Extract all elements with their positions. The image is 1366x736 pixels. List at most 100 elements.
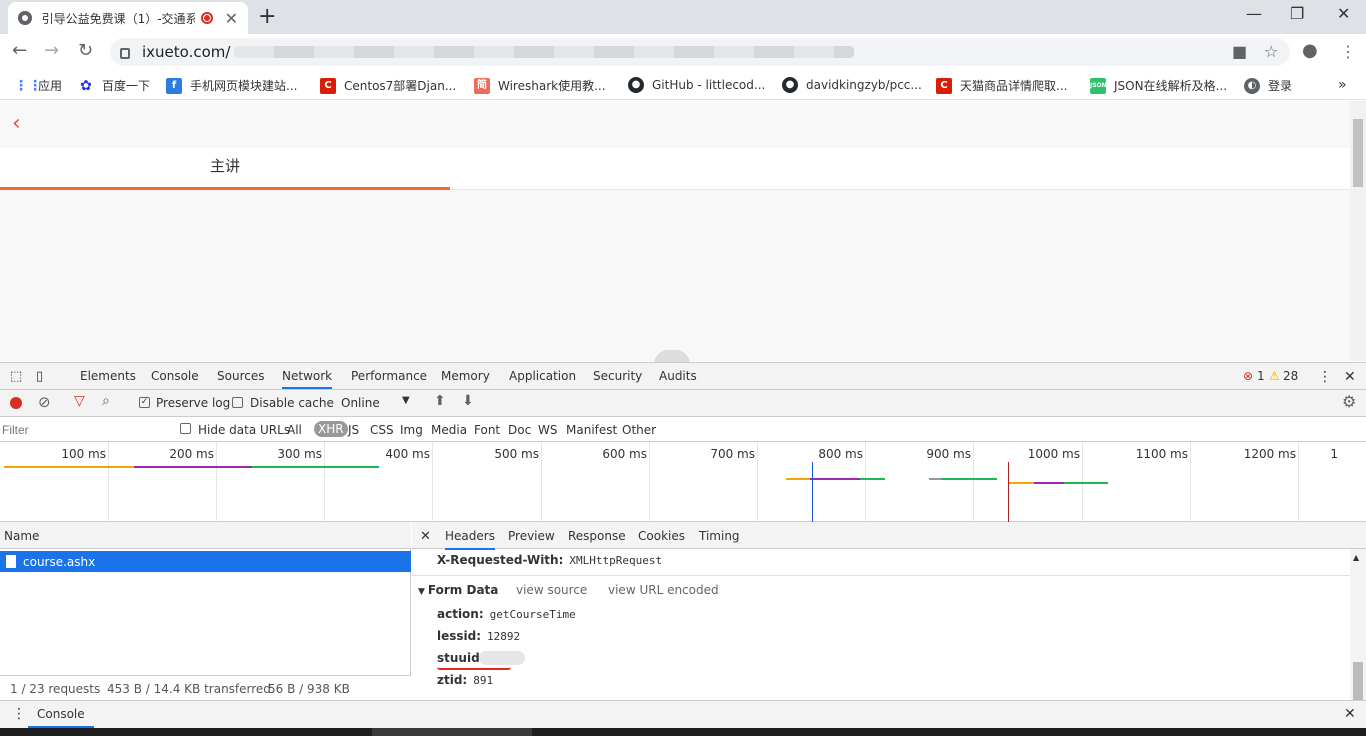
scroll-up-arrow-icon[interactable]: ▲ <box>1353 553 1359 562</box>
bookmark-wireshark[interactable]: 简 Wireshark使用教... <box>474 77 606 94</box>
network-settings-gear-icon[interactable]: ⚙ <box>1342 392 1356 411</box>
bookmark-mobile-builder[interactable]: f 手机网页模块建站... <box>166 77 297 94</box>
devtools-tab-performance[interactable]: Performance <box>351 369 427 383</box>
form-data-section-header[interactable]: ▼ Form Data <box>418 583 498 597</box>
camera-icon[interactable]: ■ <box>1232 42 1247 61</box>
tab-lecturer[interactable]: 主讲 <box>0 148 450 190</box>
grid-line <box>865 442 866 522</box>
drawer-menu-icon[interactable]: ⋮ <box>12 706 26 722</box>
device-toolbar-icon[interactable]: ▯ <box>36 369 43 384</box>
new-tab-plus-icon[interactable]: + <box>258 4 276 29</box>
filter-type-font[interactable]: Font <box>474 423 500 437</box>
devtools-tab-application[interactable]: Application <box>509 369 576 383</box>
back-chevron-icon[interactable]: ‹ <box>12 111 21 136</box>
filter-funnel-icon[interactable]: ▽ <box>74 393 85 409</box>
browser-menu-icon[interactable]: ⋮ <box>1340 42 1356 61</box>
bookmark-tmall[interactable]: C 天猫商品详情爬取... <box>936 77 1067 94</box>
bookmark-json[interactable]: JSON JSON在线解析及格... <box>1090 77 1227 94</box>
devtools-tab-console[interactable]: Console <box>151 369 199 383</box>
drawer-tab-console[interactable]: Console <box>28 707 94 728</box>
close-window-icon[interactable]: ✕ <box>1337 4 1350 23</box>
form-value: 12892 <box>487 630 521 643</box>
view-url-encoded-link[interactable]: view URL encoded <box>608 583 719 597</box>
bookmark-label: Centos7部署Djan... <box>344 79 457 93</box>
recording-indicator-icon <box>200 12 213 24</box>
filter-type-all[interactable]: All <box>287 423 302 437</box>
detail-tab-timing[interactable]: Timing <box>699 529 740 543</box>
bookmark-star-icon[interactable]: ☆ <box>1264 42 1278 61</box>
close-tab-icon[interactable]: ✕ <box>225 9 238 28</box>
throttle-select[interactable]: Online <box>341 396 380 410</box>
timeline-bar <box>929 478 941 480</box>
error-count-icon[interactable]: ⊗ <box>1243 369 1253 383</box>
devtools-tab-sources[interactable]: Sources <box>217 369 264 383</box>
devtools-tab-security[interactable]: Security <box>593 369 642 383</box>
close-devtools-icon[interactable]: ✕ <box>1344 369 1356 385</box>
close-drawer-icon[interactable]: ✕ <box>1344 706 1356 722</box>
inspect-element-icon[interactable]: ⬚ <box>10 369 22 384</box>
filter-type-ws[interactable]: WS <box>538 423 557 437</box>
network-overview-timeline[interactable]: 100 ms 200 ms 300 ms 400 ms 500 ms 600 m… <box>0 442 1366 522</box>
bookmark-github-littlecod[interactable]: ● GitHub - littlecod... <box>628 77 765 93</box>
import-har-icon[interactable]: ⬆ <box>434 393 446 409</box>
disable-cache-checkbox[interactable] <box>232 397 243 408</box>
back-arrow-icon[interactable]: ← <box>12 40 27 61</box>
timeline-bar <box>134 466 252 468</box>
bookmark-baidu[interactable]: ✿ 百度一下 <box>78 77 150 94</box>
page-scrollbar[interactable] <box>1350 101 1366 361</box>
devtools-menu-icon[interactable]: ⋮ <box>1318 369 1332 385</box>
name-column-header[interactable]: Name <box>0 522 411 549</box>
detail-scrollbar[interactable]: ▲ <box>1350 549 1366 700</box>
scrollbar-thumb[interactable] <box>1353 119 1363 187</box>
bookmark-login[interactable]: ◐ 登录 <box>1244 77 1292 94</box>
warning-count[interactable]: 28 <box>1283 369 1298 383</box>
profile-avatar-icon[interactable]: ● <box>1302 40 1318 61</box>
grid-line <box>216 442 217 522</box>
filter-type-other[interactable]: Other <box>622 423 656 437</box>
filter-type-js[interactable]: JS <box>348 423 359 437</box>
view-source-link[interactable]: view source <box>516 583 587 597</box>
detail-tab-cookies[interactable]: Cookies <box>638 529 685 543</box>
browser-tab[interactable]: 引导公益免费课（1）-交通系 ✕ <box>8 2 248 34</box>
close-detail-icon[interactable]: ✕ <box>420 529 431 544</box>
devtools-tab-audits[interactable]: Audits <box>659 369 697 383</box>
filter-type-media[interactable]: Media <box>431 423 467 437</box>
bookmark-github-davidkingzyb[interactable]: ● davidkingzyb/pcc... <box>782 77 922 93</box>
forward-arrow-icon[interactable]: → <box>44 40 59 61</box>
reload-icon[interactable]: ↻ <box>78 40 93 61</box>
scrollbar-thumb[interactable] <box>1353 662 1363 700</box>
timeline-tick: 1 <box>1330 447 1338 461</box>
detail-tab-preview[interactable]: Preview <box>508 529 555 543</box>
filter-type-xhr[interactable]: XHR <box>314 421 348 437</box>
error-count[interactable]: 1 <box>1257 369 1265 383</box>
restore-window-icon[interactable]: ❐ <box>1290 4 1304 23</box>
filter-type-manifest[interactable]: Manifest <box>566 423 617 437</box>
bookmark-apps[interactable]: ⋮⋮ 应用 <box>14 77 62 94</box>
chevron-down-icon[interactable]: ▼ <box>402 395 410 406</box>
export-har-icon[interactable]: ⬇ <box>462 393 474 409</box>
devtools-tab-elements[interactable]: Elements <box>80 369 136 383</box>
bookmark-centos[interactable]: C Centos7部署Djan... <box>320 77 456 94</box>
warning-count-icon[interactable]: ⚠ <box>1269 369 1280 383</box>
filter-input[interactable] <box>2 420 167 439</box>
detail-tab-bar: ✕ Headers Preview Response Cookies Timin… <box>412 522 1366 550</box>
timeline-tick: 900 ms <box>926 447 971 461</box>
detail-tab-response[interactable]: Response <box>568 529 626 543</box>
taskbar-active-app[interactable] <box>372 728 532 736</box>
filter-type-css[interactable]: CSS <box>370 423 394 437</box>
request-row[interactable]: course.ashx <box>0 551 411 572</box>
detail-tab-headers[interactable]: Headers <box>445 529 495 550</box>
bookmark-label: davidkingzyb/pcc... <box>806 78 922 92</box>
devtools-tab-memory[interactable]: Memory <box>441 369 490 383</box>
filter-type-doc[interactable]: Doc <box>508 423 531 437</box>
clear-icon[interactable]: ⊘ <box>38 393 51 411</box>
minimize-window-icon[interactable]: — <box>1246 4 1262 23</box>
devtools-tab-network[interactable]: Network <box>282 369 333 389</box>
filter-type-img[interactable]: Img <box>400 423 423 437</box>
address-bar[interactable]: ixueto.com/ <box>110 38 1290 66</box>
record-icon[interactable] <box>10 397 22 409</box>
search-icon[interactable]: ⌕ <box>102 393 110 409</box>
hide-data-urls-checkbox[interactable] <box>180 423 191 434</box>
preserve-log-checkbox[interactable]: ✓ <box>139 397 150 408</box>
more-bookmarks-chevron-icon[interactable]: » <box>1338 77 1347 93</box>
